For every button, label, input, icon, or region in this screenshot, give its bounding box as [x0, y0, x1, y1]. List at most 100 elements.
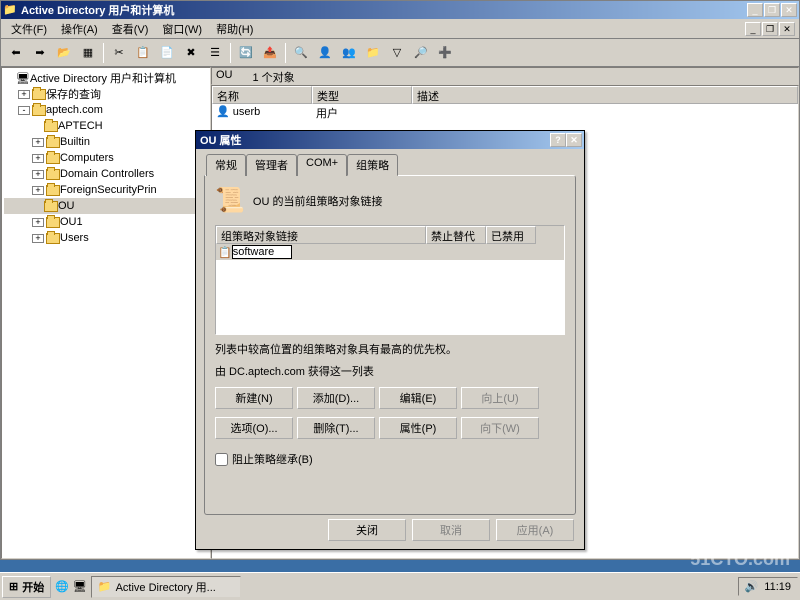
tree-item[interactable]: + OU1	[4, 214, 208, 230]
quick-desktop-icon[interactable]: 🖥	[73, 580, 87, 593]
dialog-close-button[interactable]: ✕	[566, 133, 582, 147]
row-type: 用户	[316, 105, 416, 121]
tab-com[interactable]: COM+	[297, 154, 347, 176]
export-button[interactable]: 📤	[259, 42, 281, 64]
gpo-list[interactable]: 组策略对象链接 禁止替代 已禁用 📋	[215, 225, 565, 335]
toolbar: ⬅ ➡ 📂 ▦ ✂ 📋 📄 ✖ ☰ 🔄 📤 🔍 👤 👥 📁 ▽ 🔎 ➕	[1, 39, 799, 67]
tree-label: Domain Controllers	[60, 168, 154, 180]
props-button[interactable]: 属性(P)	[379, 417, 457, 439]
tab-gpo[interactable]: 组策略	[347, 154, 398, 176]
tree-root[interactable]: 🖥 Active Directory 用户和计算机	[4, 70, 208, 86]
paste-button[interactable]: 📄	[156, 42, 178, 64]
watermark: 51CTO.com	[690, 549, 790, 570]
tree-item[interactable]: OU	[4, 198, 208, 214]
new-button[interactable]: 新建(N)	[215, 387, 293, 409]
dialog-help-button[interactable]: ?	[550, 133, 566, 147]
delete-button[interactable]: ✖	[180, 42, 202, 64]
properties-button[interactable]: ☰	[204, 42, 226, 64]
tree-item[interactable]: APTECH	[4, 118, 208, 134]
folder-icon	[46, 137, 60, 148]
close-button[interactable]: ✕	[781, 3, 797, 17]
copy-button[interactable]: 📋	[132, 42, 154, 64]
gpo-item[interactable]: 📋	[216, 244, 564, 260]
edit-button[interactable]: 编辑(E)	[379, 387, 457, 409]
quick-ie-icon[interactable]: 🌐	[55, 580, 69, 593]
windows-icon: ⊞	[9, 580, 18, 593]
gpo-icon: 📋	[218, 246, 232, 259]
menu-action[interactable]: 操作(A)	[55, 19, 104, 39]
tree-item[interactable]: - aptech.com	[4, 102, 208, 118]
tree-item[interactable]: + Computers	[4, 150, 208, 166]
system-tray[interactable]: 🔊 11:19	[738, 577, 798, 596]
folder-icon	[46, 185, 60, 196]
tray-icon[interactable]: 🔊	[745, 580, 759, 593]
titlebar: 📁 Active Directory 用户和计算机 _ ❐ ✕	[1, 1, 799, 19]
find-button[interactable]: 🔍	[290, 42, 312, 64]
tree-item[interactable]: + 保存的查询	[4, 86, 208, 102]
gpo-name-input[interactable]	[232, 245, 292, 259]
show-button[interactable]: ▦	[77, 42, 99, 64]
tree-item[interactable]: + ForeignSecurityPrin	[4, 182, 208, 198]
dialog-title: OU 属性	[198, 132, 550, 148]
delete-button[interactable]: 删除(T)...	[297, 417, 375, 439]
tab-panel: 📜 OU 的当前组策略对象链接 组策略对象链接 禁止替代 已禁用 📋 列表中较高…	[204, 175, 576, 515]
folder-icon	[44, 201, 58, 212]
menu-view[interactable]: 查看(V)	[106, 19, 155, 39]
group-button[interactable]: 👥	[338, 42, 360, 64]
hint-source: 由 DC.aptech.com 获得这一列表	[215, 363, 565, 379]
col-desc[interactable]: 描述	[412, 86, 798, 104]
folder-icon	[44, 121, 58, 132]
folder-icon	[46, 169, 60, 180]
minimize-button[interactable]: _	[747, 3, 763, 17]
tree-item[interactable]: + Domain Controllers	[4, 166, 208, 182]
search-button[interactable]: 🔎	[410, 42, 432, 64]
up-button[interactable]: 📂	[53, 42, 75, 64]
menu-window[interactable]: 窗口(W)	[156, 19, 208, 39]
tree-view[interactable]: 🖥 Active Directory 用户和计算机 + 保存的查询- aptec…	[1, 67, 211, 559]
block-inherit-checkbox[interactable]	[215, 453, 228, 466]
tree-label: ForeignSecurityPrin	[60, 184, 157, 196]
menu-help[interactable]: 帮助(H)	[210, 19, 259, 39]
tree-label: aptech.com	[46, 104, 103, 116]
start-label: 开始	[22, 579, 44, 595]
tab-manager[interactable]: 管理者	[246, 154, 297, 176]
mdi-minimize[interactable]: _	[745, 22, 761, 36]
row-name: userb	[233, 106, 261, 118]
start-button[interactable]: ⊞ 开始	[2, 576, 51, 598]
tree-item[interactable]: + Builtin	[4, 134, 208, 150]
back-button[interactable]: ⬅	[5, 42, 27, 64]
path-name: OU	[216, 69, 233, 83]
add-button[interactable]: ➕	[434, 42, 456, 64]
folder-icon	[32, 105, 46, 116]
options-button[interactable]: 选项(O)...	[215, 417, 293, 439]
folder-icon	[32, 89, 46, 100]
restore-button[interactable]: ❐	[764, 3, 780, 17]
taskbar-task[interactable]: 📁 Active Directory 用...	[91, 576, 241, 598]
ou-button[interactable]: 📁	[362, 42, 384, 64]
menubar: 文件(F) 操作(A) 查看(V) 窗口(W) 帮助(H) _ ❐ ✕	[1, 19, 799, 39]
user-button[interactable]: 👤	[314, 42, 336, 64]
gpo-col-link[interactable]: 组策略对象链接	[216, 226, 426, 244]
mdi-close[interactable]: ✕	[779, 22, 795, 36]
tree-label: Builtin	[60, 136, 90, 148]
mdi-restore[interactable]: ❐	[762, 22, 778, 36]
menu-file[interactable]: 文件(F)	[5, 19, 53, 39]
filter-button[interactable]: ▽	[386, 42, 408, 64]
task-icon: 📁	[98, 580, 112, 593]
tree-root-label: Active Directory 用户和计算机	[30, 70, 176, 86]
list-row[interactable]: 👤 userb 用户	[212, 104, 798, 122]
tree-label: Computers	[60, 152, 114, 164]
refresh-button[interactable]: 🔄	[235, 42, 257, 64]
cancel-button: 取消	[412, 519, 490, 541]
hint-priority: 列表中较高位置的组策略对象具有最高的优先权。	[215, 341, 565, 357]
forward-button[interactable]: ➡	[29, 42, 51, 64]
tab-general[interactable]: 常规	[206, 154, 246, 176]
close-button[interactable]: 关闭	[328, 519, 406, 541]
tree-item[interactable]: + Users	[4, 230, 208, 246]
col-type[interactable]: 类型	[312, 86, 412, 104]
col-name[interactable]: 名称	[212, 86, 312, 104]
gpo-col-disabled[interactable]: 已禁用	[486, 226, 536, 244]
gpo-col-override[interactable]: 禁止替代	[426, 226, 486, 244]
add-button[interactable]: 添加(D)...	[297, 387, 375, 409]
cut-button[interactable]: ✂	[108, 42, 130, 64]
